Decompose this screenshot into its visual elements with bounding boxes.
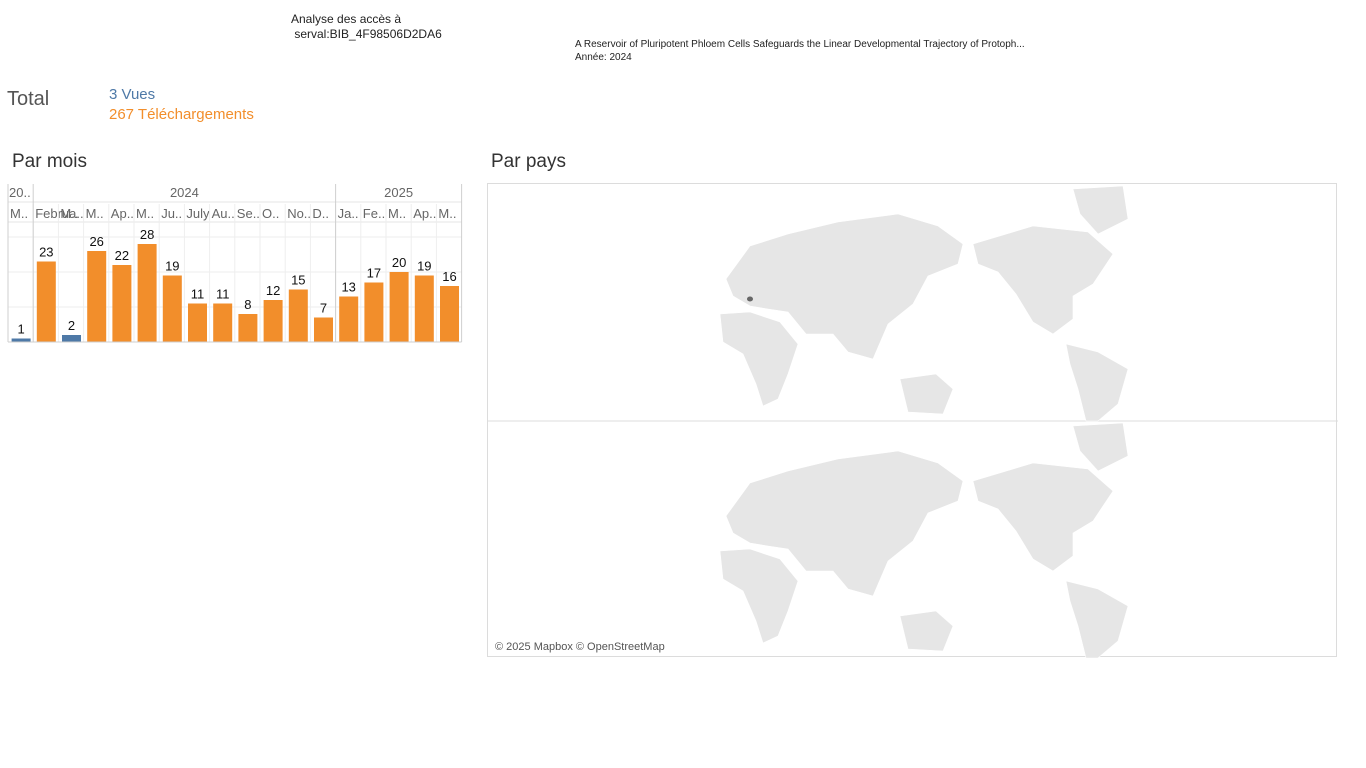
month-label: M.. [60,206,78,221]
downloads-count: 267 Téléchargements [109,106,254,123]
bar-downloads[interactable] [414,275,434,343]
map-highlight-switzerland[interactable] [747,296,753,302]
map-north-america-top [972,225,1114,335]
map-africa-top [719,311,799,407]
month-label: O.. [262,206,279,221]
month-label: M.. [86,206,104,221]
map-attribution: © 2025 Mapbox © OpenStreetMap [495,641,665,653]
paper-info: A Reservoir of Pluripotent Phloem Cells … [575,38,1025,64]
bar-downloads[interactable] [36,261,56,343]
year-label: 20.. [9,185,31,200]
map-australia-top [899,373,954,415]
map-australia-bottom [899,610,954,652]
month-label: M.. [10,206,28,221]
bar-downloads[interactable] [263,300,283,342]
bar-views[interactable] [62,335,81,342]
month-label: M.. [136,206,154,221]
bar-downloads[interactable] [314,317,333,343]
month-label: Ju.. [161,206,182,221]
bar-downloads[interactable] [238,314,258,342]
map-south-america-bottom [1065,580,1129,658]
bar-downloads[interactable] [87,251,107,342]
map-greenland-top [1072,185,1129,235]
page-title: Analyse des accès à serval:BIB_4F98506D2… [291,12,442,41]
month-label: M.. [438,206,456,221]
bar-value-label: 12 [266,283,280,298]
by-month-heading: Par mois [12,151,87,172]
bar-value-label: 19 [417,259,431,274]
month-label: Ap.. [413,206,436,221]
month-label: Au.. [212,206,235,221]
bar-value-label: 2 [68,318,75,333]
bar-downloads[interactable] [213,303,233,343]
paper-year: Année: 2024 [575,52,632,63]
bar-value-label: 1 [17,322,24,337]
month-label: Ja.. [338,206,359,221]
bar-value-label: 19 [165,259,179,274]
map-africa-bottom [719,548,799,644]
bar-downloads[interactable] [137,244,157,342]
by-country-heading: Par pays [491,151,566,172]
map-greenland-bottom [1072,422,1129,472]
bar-views[interactable] [11,338,31,343]
country-map[interactable] [487,183,1338,658]
bar-downloads[interactable] [339,296,359,343]
month-label: Ap.. [111,206,134,221]
bar-downloads[interactable] [389,272,409,342]
bar-value-label: 28 [140,227,154,242]
month-label: D.. [312,206,329,221]
year-label: 2024 [170,185,199,200]
bar-downloads[interactable] [440,286,459,342]
month-label: M.. [388,206,406,221]
total-label: Total [7,88,50,110]
bar-downloads[interactable] [162,275,182,343]
bar-downloads[interactable] [288,289,308,343]
month-label: No.. [287,206,311,221]
monthly-bar-chart[interactable]: M.. Februa..M.. M.. Ap.. M.. Ju.. July Au.. Se..… [0,180,470,350]
bar-value-label: 16 [442,269,456,284]
month-label: Fe.. [363,206,385,221]
paper-title: A Reservoir of Pluripotent Phloem Cells … [575,39,1025,50]
month-label: July [186,206,210,221]
bar-downloads[interactable] [364,282,384,343]
bar-value-label: 7 [320,301,327,316]
bar-value-label: 17 [367,266,381,281]
bar-value-label: 20 [392,255,406,270]
bar-value-label: 26 [89,234,103,249]
bar-downloads[interactable] [112,265,132,342]
bar-value-label: 8 [244,297,251,312]
map-north-america-bottom [972,462,1114,572]
month-label: Se.. [237,206,260,221]
bar-downloads[interactable] [188,303,207,343]
bar-value-label: 11 [216,287,230,302]
bar-value-label: 15 [291,273,305,288]
world-map-graphic [488,185,1338,658]
bar-value-label: 22 [115,248,129,263]
bar-value-label: 11 [191,287,205,302]
bar-value-label: 23 [39,245,53,260]
year-label: 2025 [384,185,413,200]
views-count: 3 Vues [109,86,156,103]
map-south-america-top [1065,343,1129,422]
bar-value-label: 13 [341,280,355,295]
